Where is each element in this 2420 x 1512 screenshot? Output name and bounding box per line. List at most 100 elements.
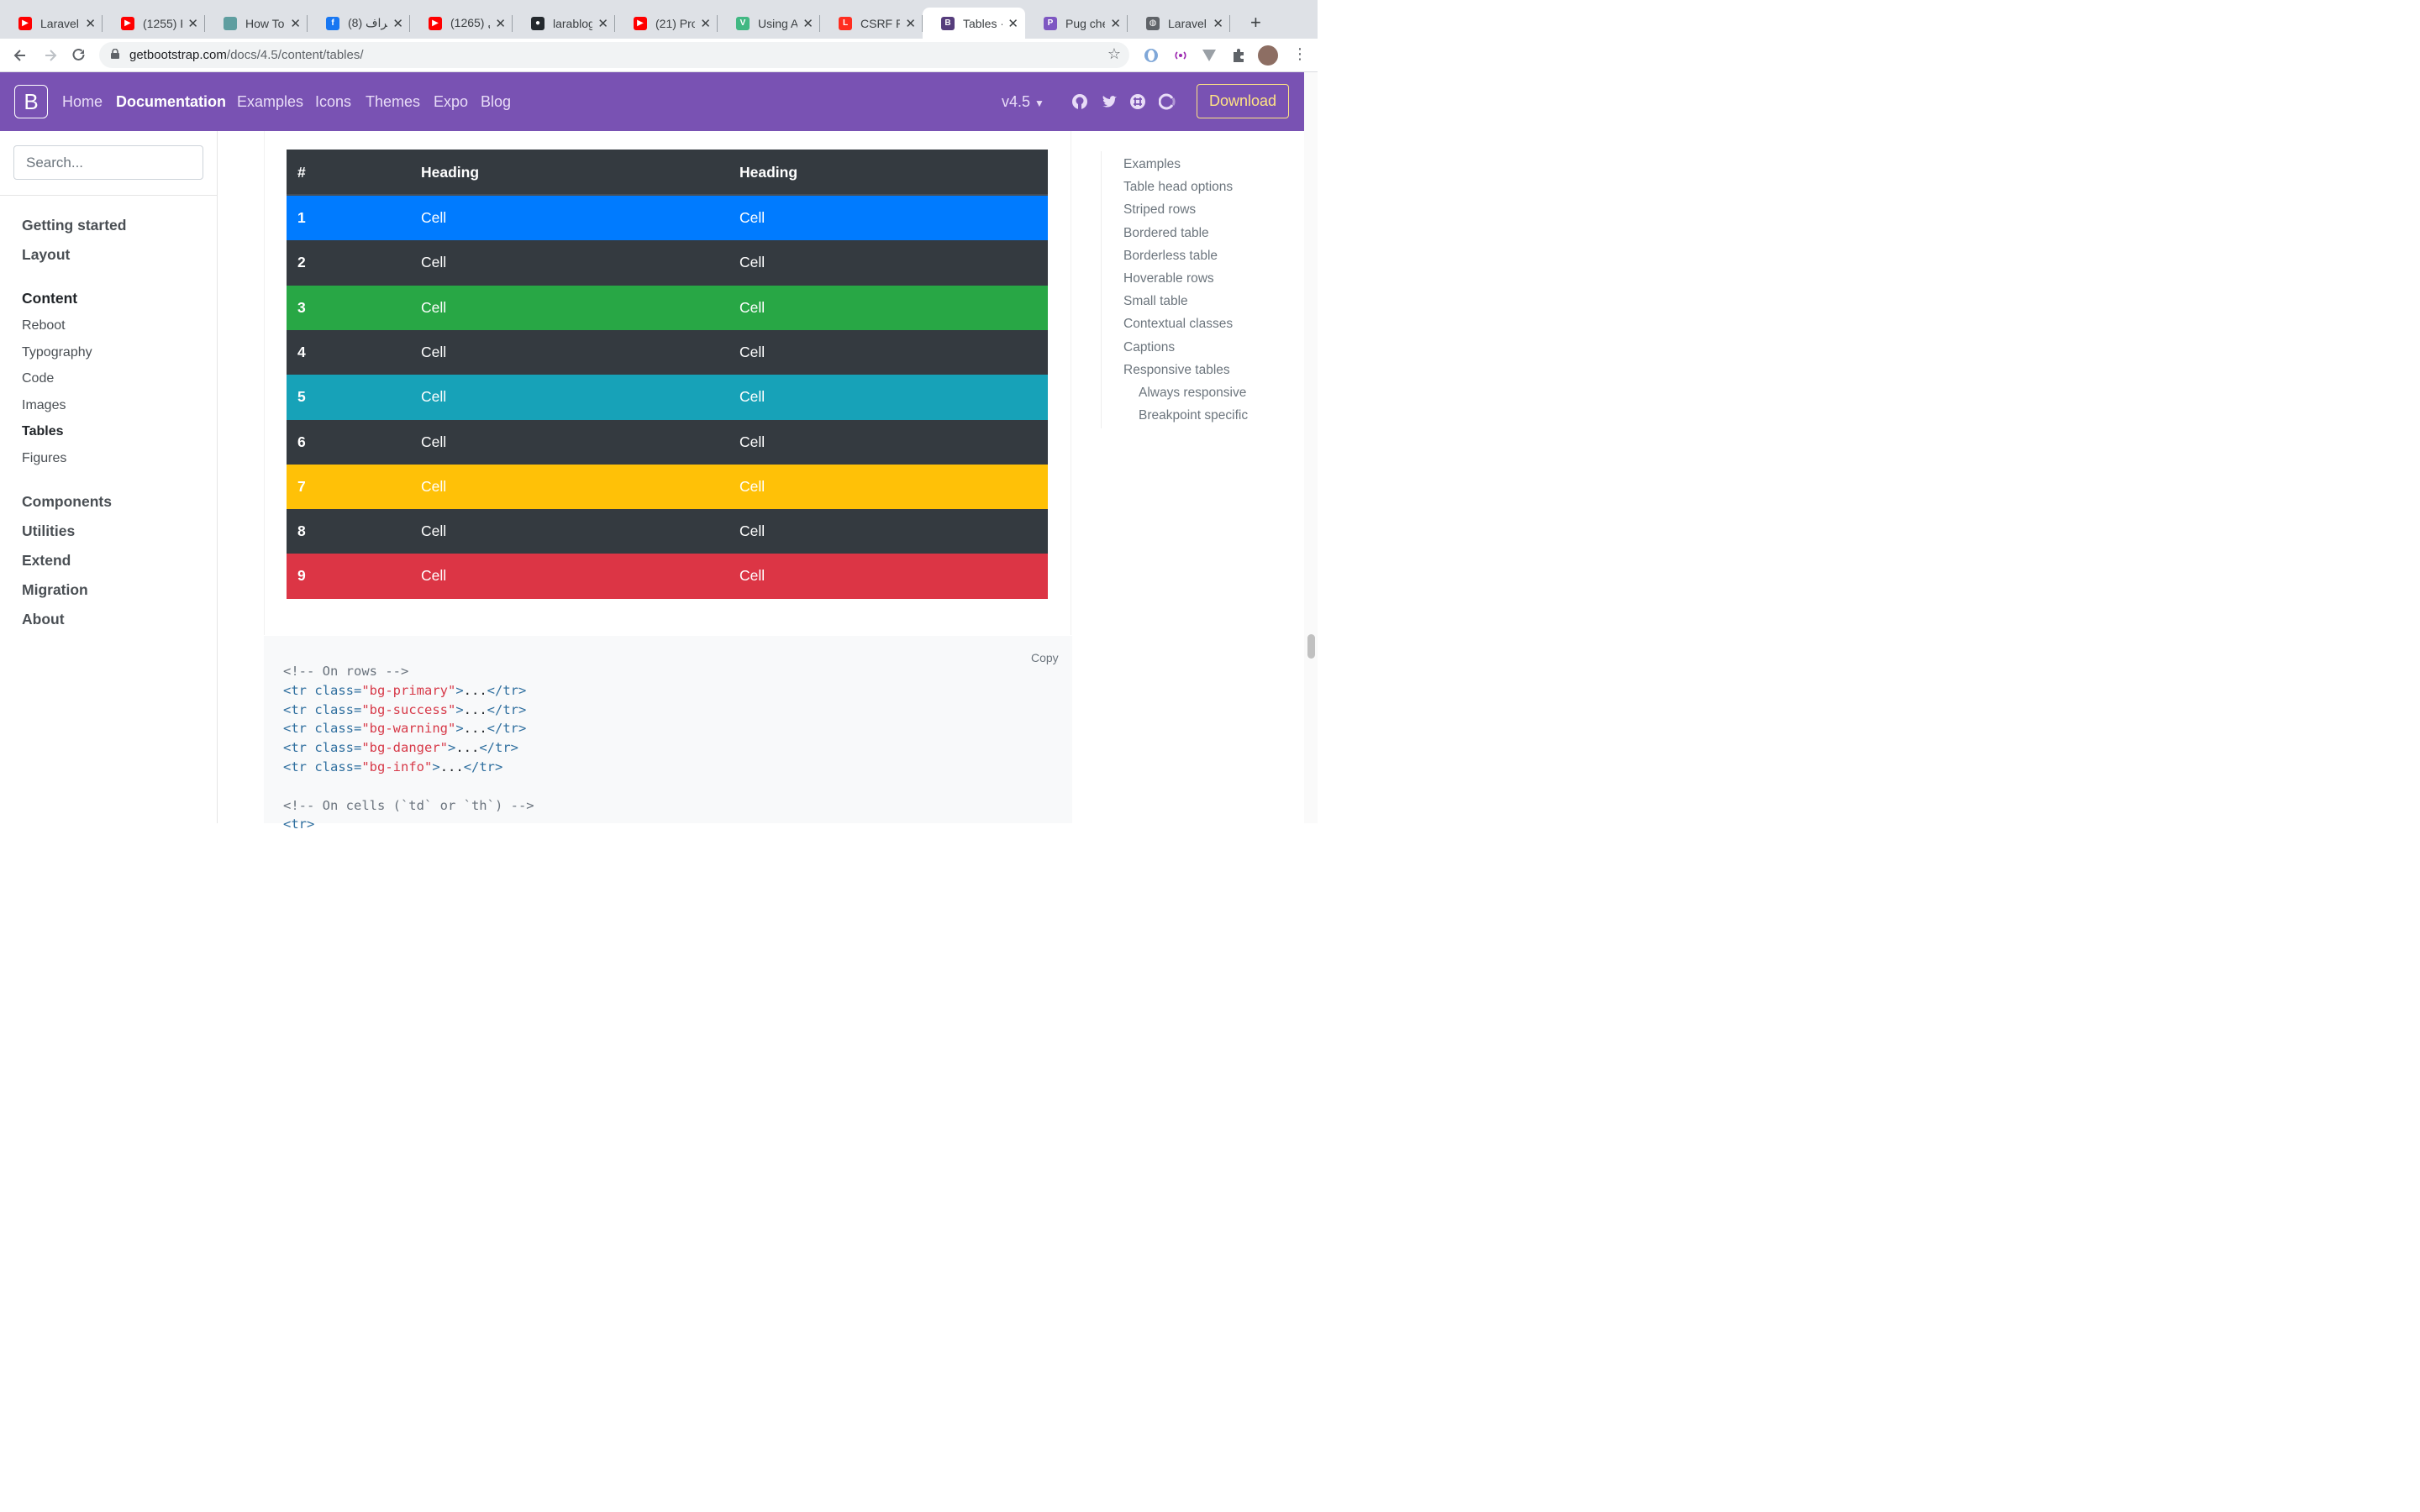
nav-examples[interactable]: Examples [237, 93, 303, 111]
toc-sublink[interactable]: Breakpoint specific [1139, 408, 1248, 423]
close-tab-icon[interactable]: ✕ [700, 16, 711, 31]
row-number-cell: 8 [297, 522, 306, 540]
close-tab-icon[interactable]: ✕ [392, 16, 403, 31]
table-row: 4 Cell Cell [287, 329, 1048, 375]
browser-tab[interactable]: f احتراف (8) ✕ [308, 8, 410, 39]
toc-link[interactable]: Responsive tables [1123, 363, 1230, 378]
lock-icon [111, 49, 119, 59]
browser-tab-title: Pug che [1065, 16, 1106, 30]
toc-link[interactable]: Borderless table [1123, 249, 1218, 264]
close-tab-icon[interactable]: ✕ [1213, 16, 1223, 31]
browser-tab[interactable]: ▶ (1265) الl ✕ [410, 8, 513, 39]
scrollbar-thumb[interactable] [1307, 634, 1315, 659]
browser-tab-title: Laravel [1168, 16, 1207, 30]
close-tab-icon[interactable]: ✕ [1110, 16, 1121, 31]
extension-vue-devtools-icon[interactable] [1201, 47, 1218, 64]
code-line: <tr class="bg-info">...</tr> [283, 759, 503, 774]
address-bar[interactable]: getbootstrap.com/docs/4.5/content/tables… [99, 42, 1129, 68]
twitter-icon[interactable] [1101, 93, 1118, 110]
browser-tab[interactable]: ◍ Laravel ✕ [1128, 8, 1230, 39]
browser-tab[interactable]: ▶ (1255) F ✕ [103, 8, 205, 39]
github-icon: ● [531, 16, 544, 30]
opencollective-icon[interactable] [1159, 93, 1176, 110]
close-tab-icon[interactable]: ✕ [597, 16, 608, 31]
toc-link[interactable]: Contextual classes [1123, 317, 1233, 332]
sidebar-group-utilities[interactable]: Utilities [22, 522, 75, 540]
extension-opera-icon[interactable] [1143, 47, 1160, 64]
browser-tab[interactable]: ● larablog ✕ [513, 8, 615, 39]
nav-themes[interactable]: Themes [366, 93, 420, 111]
close-tab-icon[interactable]: ✕ [1007, 16, 1018, 31]
page-scrollbar[interactable] [1304, 72, 1318, 823]
sidebar-group-migration[interactable]: Migration [22, 581, 88, 599]
toc-link[interactable]: Bordered table [1123, 226, 1209, 241]
extensions-puzzle-icon[interactable] [1230, 47, 1247, 64]
sidebar-group-about[interactable]: About [22, 611, 65, 628]
browser-toolbar: getbootstrap.com/docs/4.5/content/tables… [0, 39, 1318, 72]
close-tab-icon[interactable]: ✕ [802, 16, 813, 31]
row-number-cell: 4 [297, 343, 306, 360]
sidebar-group-content[interactable]: Content [22, 290, 77, 307]
toc-link[interactable]: Hoverable rows [1123, 271, 1214, 286]
copy-button[interactable]: Copy [1031, 651, 1059, 664]
close-tab-icon[interactable]: ✕ [495, 16, 506, 31]
browser-tab[interactable]: ▶ Laravel E ✕ [0, 8, 103, 39]
browser-tab[interactable]: V Using Ax ✕ [718, 8, 820, 39]
table-cell: Cell [739, 477, 765, 495]
profile-avatar[interactable] [1258, 45, 1278, 66]
toc-link[interactable]: Small table [1123, 294, 1188, 309]
sidebar-group-layout[interactable]: Layout [22, 246, 70, 264]
sidebar-divider [0, 195, 218, 196]
sidebar-group-extend[interactable]: Extend [22, 552, 71, 570]
sidebar-item-code[interactable]: Code [22, 371, 54, 386]
nav-expo[interactable]: Expo [434, 93, 468, 111]
back-icon[interactable] [12, 47, 29, 64]
download-button[interactable]: Download [1197, 84, 1289, 118]
browser-tab[interactable]: ▶ (21) Prof ✕ [615, 8, 718, 39]
slack-icon[interactable] [1129, 93, 1146, 110]
browser-tab[interactable]: How To U ✕ [205, 8, 308, 39]
search-input[interactable] [13, 145, 203, 180]
toc-sublink[interactable]: Always responsive [1139, 386, 1246, 401]
browser-tab[interactable]: P Pug che ✕ [1025, 8, 1128, 39]
browser-tab-strip: ▶ Laravel E ✕ ▶ (1255) F ✕ How To U ✕ f احتراف (8… [0, 0, 1318, 39]
sidebar-item-tables[interactable]: Tables [22, 424, 64, 439]
table-cell: Cell [739, 567, 765, 585]
toc-link[interactable]: Captions [1123, 340, 1175, 355]
new-tab-button[interactable]: + [1250, 12, 1261, 34]
extension-broadcast-icon[interactable] [1172, 47, 1189, 64]
browser-tab[interactable]: B Tables · ✕ [923, 8, 1025, 39]
nav-blog[interactable]: Blog [481, 93, 511, 111]
code-comment: <!-- On rows --> [283, 664, 409, 679]
table-cell: Cell [421, 433, 447, 450]
sidebar-group-components[interactable]: Components [22, 493, 112, 511]
nav-documentation[interactable]: Documentation [116, 93, 226, 111]
caret-down-icon: ▼ [1034, 97, 1044, 109]
toc-link[interactable]: Striped rows [1123, 202, 1196, 218]
sidebar-item-reboot[interactable]: Reboot [22, 318, 66, 333]
sidebar-item-figures[interactable]: Figures [22, 451, 66, 466]
table-row: 9 Cell Cell [287, 554, 1048, 600]
sidebar-item-images[interactable]: Images [22, 398, 66, 413]
sidebar-group-getting-started[interactable]: Getting started [22, 217, 126, 234]
code-line: <tr class="bg-warning">...</tr> [283, 721, 527, 737]
table-cell: Cell [421, 477, 447, 495]
bootstrap-logo[interactable]: B [14, 85, 48, 118]
close-tab-icon[interactable]: ✕ [187, 16, 198, 31]
bookmark-star-icon[interactable]: ☆ [1107, 45, 1121, 63]
nav-icons[interactable]: Icons [315, 93, 351, 111]
reload-icon[interactable] [71, 47, 87, 64]
browser-menu-icon[interactable]: ⋮ [1292, 45, 1307, 63]
browser-tab[interactable]: L CSRF Pr ✕ [820, 8, 923, 39]
toc-link[interactable]: Examples [1123, 157, 1181, 172]
sidebar-item-typography[interactable]: Typography [22, 345, 92, 360]
version-dropdown[interactable]: v4.5 ▼ [1002, 93, 1044, 111]
close-tab-icon[interactable]: ✕ [905, 16, 916, 31]
github-icon[interactable] [1071, 93, 1088, 110]
forward-icon[interactable] [42, 47, 59, 64]
close-tab-icon[interactable]: ✕ [290, 16, 301, 31]
toc-link[interactable]: Table head options [1123, 180, 1233, 195]
browser-tab-title: Laravel E [40, 16, 80, 30]
nav-home[interactable]: Home [62, 93, 103, 111]
close-tab-icon[interactable]: ✕ [85, 16, 96, 31]
